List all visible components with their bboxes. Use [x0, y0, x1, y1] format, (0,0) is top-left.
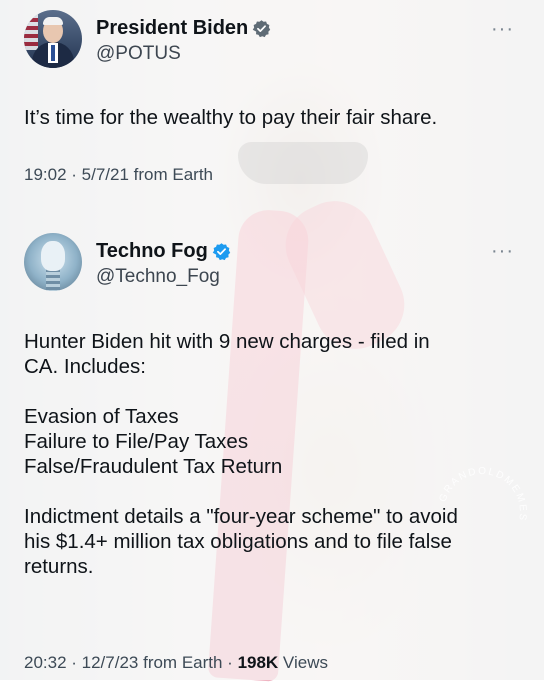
tweet-line: Failure to File/Pay Taxes	[24, 430, 249, 453]
user-handle[interactable]: @Techno_Fog	[96, 265, 231, 289]
more-options-icon[interactable]: ···	[491, 240, 514, 263]
tweet-text-potus: It’s time for the wealthy to pay their f…	[24, 105, 437, 130]
tweet-line	[24, 479, 458, 504]
display-name[interactable]: Techno Fog	[96, 239, 208, 263]
svg-text:GRANDOLDMEMES: GRANDOLDMEMES	[437, 466, 528, 523]
stacked-tweets: President Biden @POTUS ··· It’s time for…	[0, 0, 544, 680]
tweet-header-technofog: Techno Fog @Techno_Fog	[24, 233, 231, 291]
user-handle[interactable]: @POTUS	[96, 42, 271, 66]
tweet-meta-line: 20:32 · 12/7/23 from Earth · 198K Views	[24, 653, 328, 673]
verified-badge-icon	[212, 242, 231, 260]
tweet-line: his $1.4+ million tax obligations and to…	[24, 530, 452, 553]
tweet-line: Evasion of Taxes	[24, 405, 179, 428]
tweet-line: Indictment details a "four-year scheme" …	[24, 505, 458, 528]
tweet-header-potus: President Biden @POTUS	[24, 10, 271, 68]
avatar[interactable]	[24, 10, 82, 68]
tweet-timestamp[interactable]: 19:02 · 5/7/21 from Earth	[24, 165, 213, 185]
avatar[interactable]	[24, 233, 82, 291]
views-count[interactable]: 198K	[238, 653, 279, 672]
tweet-line: False/Fraudulent Tax Return	[24, 455, 283, 478]
tweet-line: It’s time for the wealthy to pay their f…	[24, 106, 438, 129]
display-name[interactable]: President Biden	[96, 16, 248, 40]
tweet-line: returns.	[24, 555, 94, 578]
verified-badge-icon	[253, 19, 271, 37]
grandoldmemes-watermark-logo: GRANDOLDMEMES	[437, 466, 528, 523]
tweet-timestamp[interactable]: 20:32 · 12/7/23 from Earth ·	[24, 653, 238, 672]
tweet-text-technofog: Hunter Biden hit with 9 new charges - fi…	[24, 329, 458, 579]
tweet-line: CA. Includes:	[24, 355, 146, 378]
views-label: Views	[278, 653, 328, 672]
tweet-line	[24, 379, 458, 404]
tweet-line: Hunter Biden hit with 9 new charges - fi…	[24, 330, 430, 353]
more-options-icon[interactable]: ···	[491, 18, 514, 41]
